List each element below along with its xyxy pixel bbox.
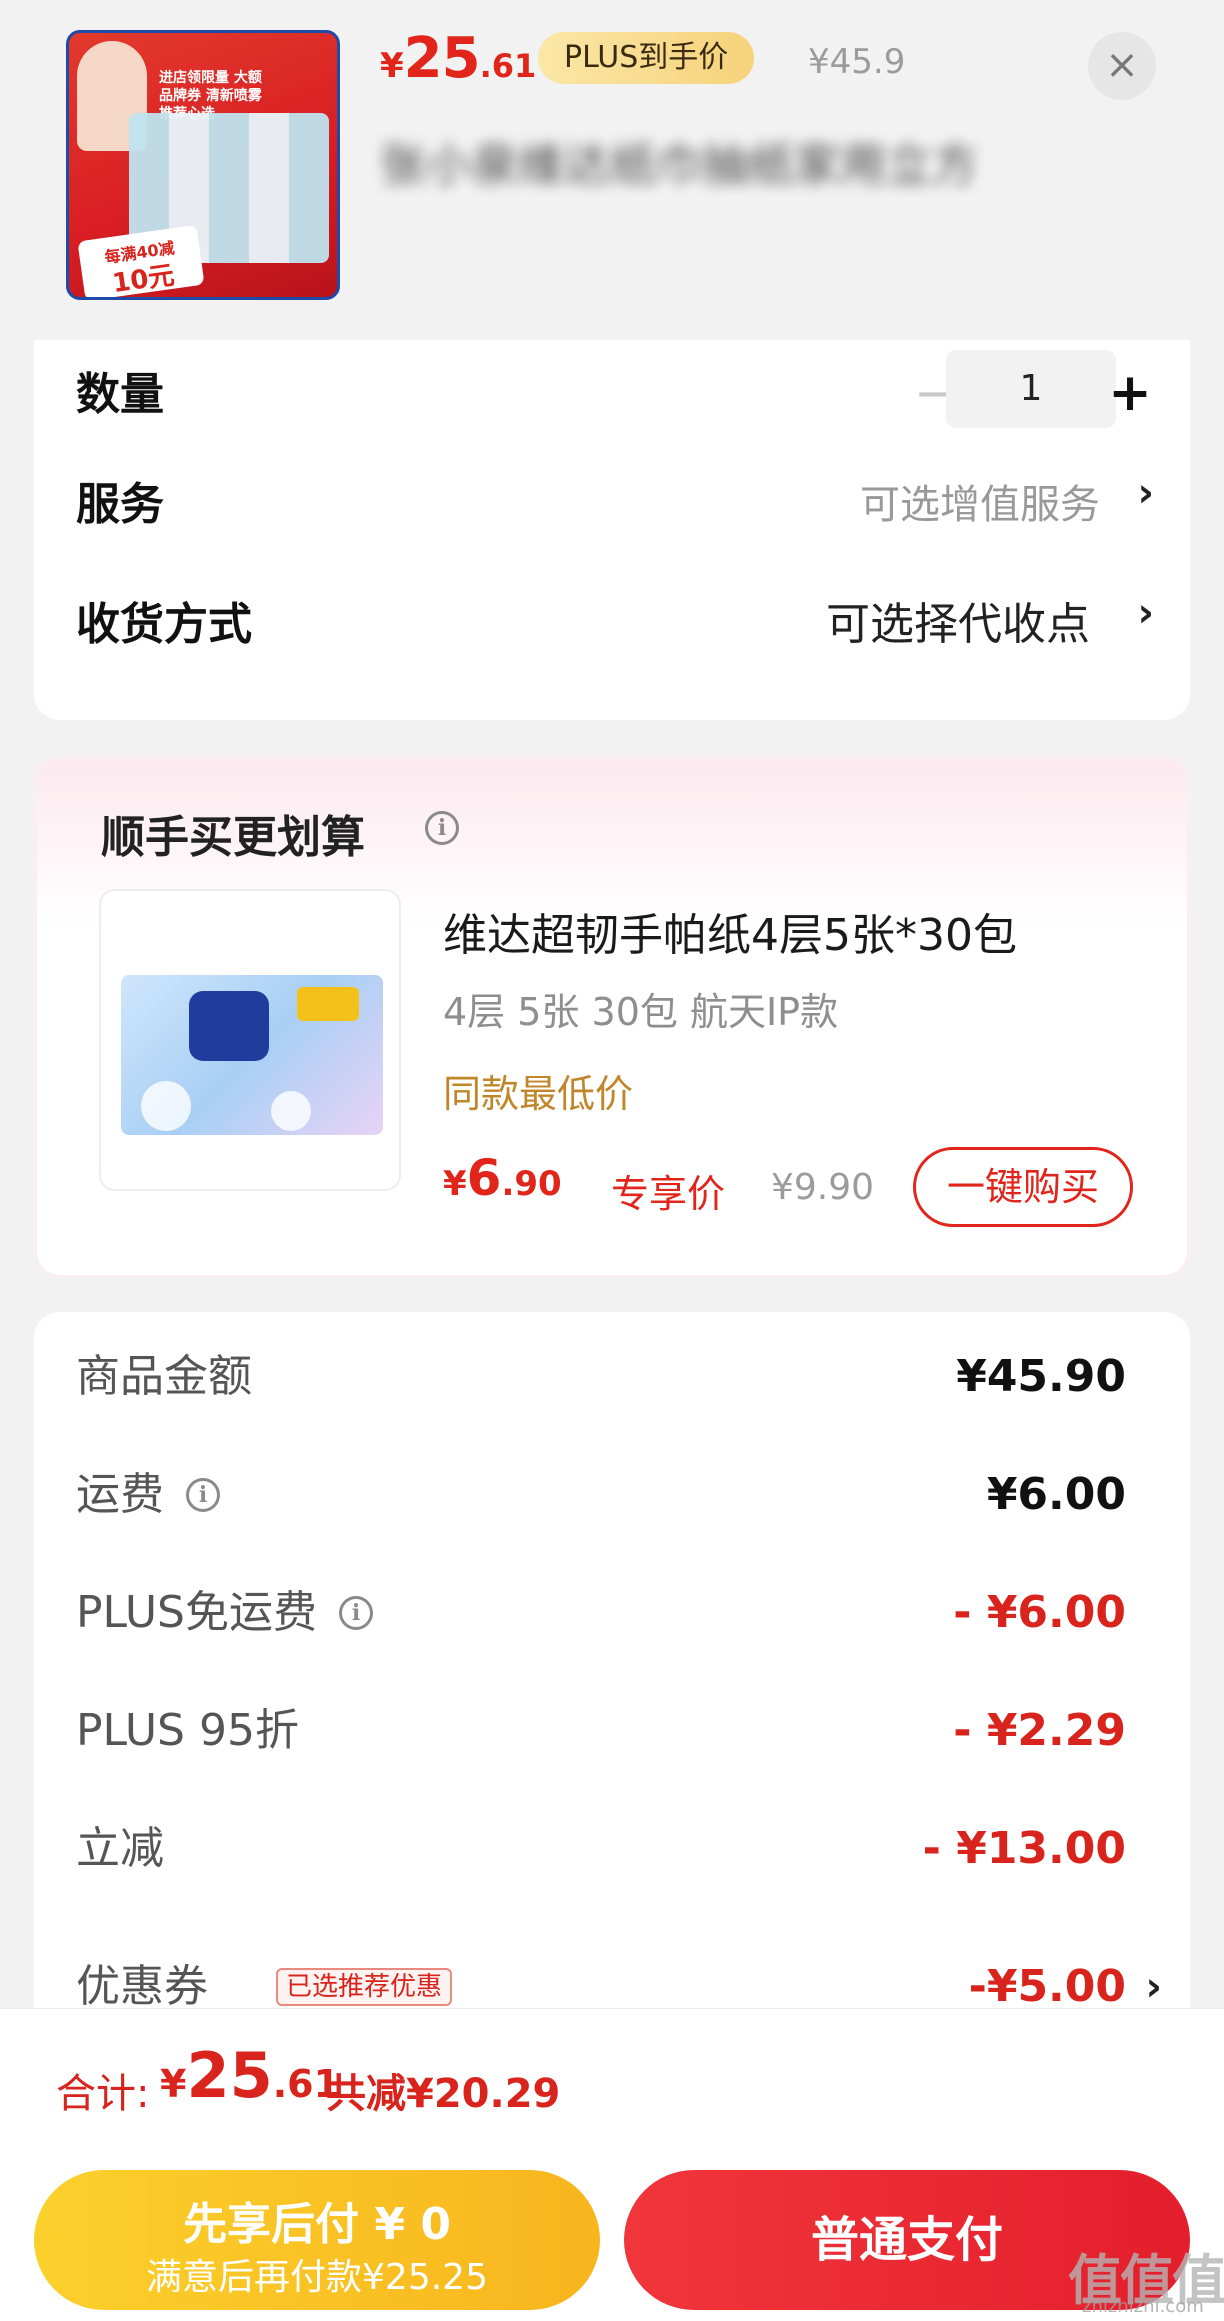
quantity-label: 数量 bbox=[76, 369, 164, 420]
price-currency: ¥ bbox=[443, 1164, 467, 1204]
price-summary-card: 商品金额 ¥45.90 运费 i ¥6.00 PLUS免运费 i - ¥6.00 PLUS 95… bbox=[34, 1312, 1190, 2072]
summary-value: ¥45.90 bbox=[956, 1351, 1126, 1402]
header-price: ¥25.61 bbox=[380, 26, 536, 91]
action-bar: 先享后付 ¥ 0 满意后再付款¥25.25 普通支付 bbox=[0, 2156, 1224, 2321]
price-integer: 25 bbox=[403, 26, 481, 91]
price-integer: 25 bbox=[186, 2039, 273, 2112]
summary-row: 商品金额 ¥45.90 bbox=[76, 1342, 1126, 1412]
total-price: ¥25.61 bbox=[160, 2039, 340, 2112]
summary-row: PLUS 95折 - ¥2.29 bbox=[76, 1696, 1126, 1766]
close-icon: × bbox=[1105, 42, 1139, 88]
total-bar: 合计: ¥25.61 共减¥20.29 bbox=[0, 2008, 1224, 2156]
one-click-buy-button[interactable]: 一键购买 bbox=[913, 1147, 1133, 1227]
upsell-price: ¥6.90 bbox=[443, 1149, 562, 1207]
upsell-product-image[interactable] bbox=[99, 889, 401, 1191]
service-value: 可选增值服务 bbox=[860, 482, 1100, 528]
service-label: 服务 bbox=[76, 479, 164, 530]
pack-count-badge-image bbox=[297, 987, 359, 1021]
upsell-title: 顺手买更划算 bbox=[101, 812, 365, 863]
upsell-product-name[interactable]: 维达超韧手帕纸4层5张*30包 bbox=[443, 899, 1017, 963]
summary-label: 商品金额 bbox=[76, 1351, 252, 1402]
thumbnail-discount-tag: 每满40减 10元 bbox=[77, 224, 205, 297]
delivery-label: 收货方式 bbox=[76, 599, 252, 650]
summary-label: PLUS 95折 bbox=[76, 1705, 299, 1756]
pay-later-button[interactable]: 先享后付 ¥ 0 满意后再付款¥25.25 bbox=[34, 2170, 600, 2310]
summary-label: 立减 bbox=[76, 1823, 164, 1874]
delivery-value: 可选择代收点 bbox=[826, 599, 1090, 650]
product-title: 张小泉维达纸巾抽纸家用立方 bbox=[380, 138, 978, 192]
chevron-right-icon: › bbox=[1137, 470, 1154, 516]
summary-row[interactable]: PLUS免运费 i - ¥6.00 bbox=[76, 1578, 1126, 1648]
pay-later-title: 先享后付 ¥ 0 bbox=[183, 2199, 451, 2250]
upsell-info-button[interactable]: i bbox=[425, 811, 459, 845]
vinda-logo-image bbox=[189, 991, 269, 1061]
upsell-card: 顺手买更划算 i 维达超韧手帕纸4层5张*30包 4层 5张 30包 航天IP款… bbox=[34, 756, 1190, 1278]
lowest-price-tag: 同款最低价 bbox=[443, 1072, 634, 1116]
close-button[interactable]: × bbox=[1088, 32, 1156, 100]
price-currency: ¥ bbox=[380, 46, 404, 86]
info-icon: i bbox=[425, 811, 459, 845]
summary-row[interactable]: 运费 i ¥6.00 bbox=[76, 1460, 1126, 1530]
price-currency: ¥ bbox=[160, 2062, 187, 2106]
service-row[interactable]: 服务 可选增值服务 › bbox=[34, 460, 1190, 540]
quantity-row: 数量 − 1 + bbox=[34, 340, 1190, 450]
summary-label: 运费 bbox=[76, 1469, 164, 1520]
quantity-input[interactable]: 1 bbox=[946, 350, 1116, 428]
delivery-row[interactable]: 收货方式 可选择代收点 › bbox=[34, 580, 1190, 660]
summary-value: - ¥6.00 bbox=[953, 1587, 1126, 1638]
decorative-bubble bbox=[141, 1081, 191, 1131]
product-thumbnail[interactable]: 进店领限量 大额品牌券 清新喷雾 推荐心选 每满40减 10元 bbox=[66, 30, 340, 300]
upsell-product-spec: 4层 5张 30包 航天IP款 bbox=[443, 990, 839, 1034]
price-decimal: .61 bbox=[479, 47, 537, 85]
total-discount[interactable]: 共减¥20.29 bbox=[326, 2061, 560, 2119]
summary-value: - ¥13.00 bbox=[922, 1823, 1126, 1874]
info-icon[interactable]: i bbox=[186, 1478, 220, 1512]
price-decimal: .90 bbox=[501, 1164, 562, 1204]
plus-price-badge: PLUS到手价 bbox=[538, 32, 755, 84]
decorative-bubble bbox=[271, 1091, 311, 1131]
quantity-increase-button[interactable]: + bbox=[1102, 367, 1158, 424]
coupon-selected-badge: 已选推荐优惠 bbox=[276, 1968, 453, 2006]
exclusive-price-label: 专享价 bbox=[611, 1172, 726, 1216]
pay-later-subtitle: 满意后再付款¥25.25 bbox=[146, 2257, 488, 2298]
options-card: 数量 − 1 + 服务 可选增值服务 › 收货方式 可选择代收点 › bbox=[34, 340, 1190, 720]
summary-value: - ¥2.29 bbox=[953, 1705, 1126, 1756]
chevron-right-icon: › bbox=[1137, 590, 1154, 636]
summary-row: 立减 - ¥13.00 bbox=[76, 1814, 1126, 1884]
info-icon[interactable]: i bbox=[339, 1596, 373, 1630]
summary-value: ¥6.00 bbox=[986, 1469, 1126, 1520]
product-header: 进店领限量 大额品牌券 清新喷雾 推荐心选 每满40减 10元 ¥25.61 P… bbox=[0, 0, 1224, 340]
upsell-original-price: ¥9.90 bbox=[771, 1167, 875, 1208]
watermark-url: zhizhizhi.com bbox=[1082, 2296, 1204, 2317]
total-label: 合计: bbox=[56, 2071, 150, 2117]
price-integer: 6 bbox=[466, 1149, 502, 1207]
summary-label: PLUS免运费 bbox=[76, 1587, 317, 1638]
original-price: ¥45.9 bbox=[808, 42, 906, 82]
